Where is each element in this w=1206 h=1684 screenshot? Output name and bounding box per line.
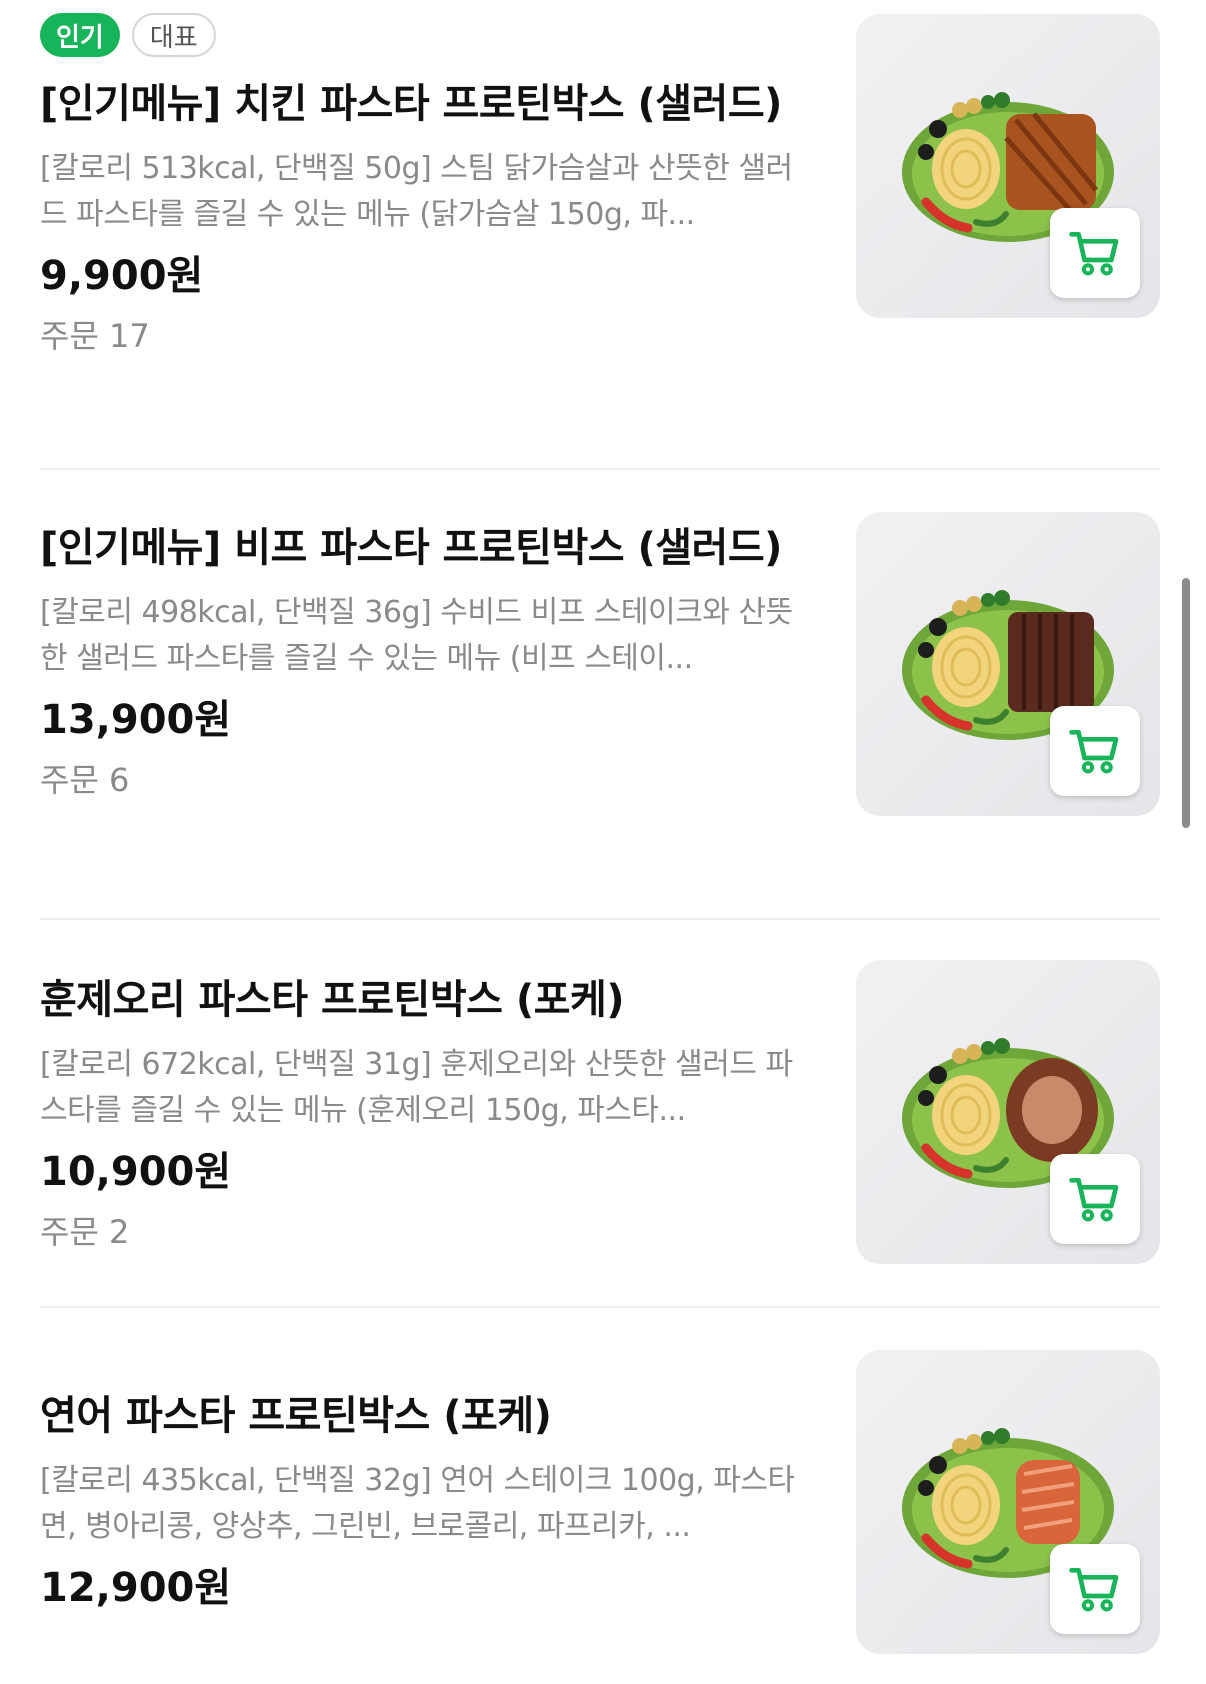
order-count: 주문 17 — [40, 317, 150, 355]
cart-icon — [1067, 1171, 1123, 1227]
scrollbar[interactable] — [1182, 578, 1190, 828]
menu-item-chicken-pasta[interactable]: 인기 대표 [인기메뉴] 치킨 파스타 프로틴박스 (샐러드) [칼로리 513… — [40, 12, 1160, 412]
menu-title: 훈제오리 파스타 프로틴박스 (포케) — [40, 977, 625, 1023]
menu-photo[interactable] — [856, 960, 1160, 1264]
badge-row: 인기 대표 — [40, 12, 810, 58]
menu-title: [인기메뉴] 비프 파스타 프로틴박스 (샐러드) — [40, 525, 782, 571]
add-to-cart-button[interactable] — [1050, 1544, 1140, 1634]
cart-icon — [1067, 225, 1123, 281]
representative-badge: 대표 — [131, 13, 216, 57]
order-count: 주문 2 — [40, 1213, 130, 1251]
menu-price: 12,900원 — [40, 1565, 232, 1611]
order-count: 주문 6 — [40, 761, 130, 799]
add-to-cart-button[interactable] — [1050, 1154, 1140, 1244]
menu-title: [인기메뉴] 치킨 파스타 프로틴박스 (샐러드) — [40, 81, 782, 127]
menu-price: 9,900원 — [40, 253, 204, 299]
divider — [40, 918, 1160, 920]
add-to-cart-button[interactable] — [1050, 208, 1140, 298]
divider — [40, 1306, 1160, 1308]
add-to-cart-button[interactable] — [1050, 706, 1140, 796]
menu-description: [칼로리 513kcal, 단백질 50g] 스팀 닭가슴살과 산뜻한 샐러드 … — [40, 151, 793, 232]
menu-item-text[interactable]: [인기메뉴] 비프 파스타 프로틴박스 (샐러드) [칼로리 498kcal, … — [40, 510, 810, 804]
menu-photo[interactable] — [856, 512, 1160, 816]
menu-description: [칼로리 672kcal, 단백질 31g] 훈제오리와 산뜻한 샐러드 파스타… — [40, 1047, 793, 1128]
menu-photo[interactable] — [856, 14, 1160, 318]
menu-price: 13,900원 — [40, 697, 232, 743]
menu-item-text[interactable]: 인기 대표 [인기메뉴] 치킨 파스타 프로틴박스 (샐러드) [칼로리 513… — [40, 12, 810, 360]
menu-photo[interactable] — [856, 1350, 1160, 1654]
cart-icon — [1067, 1561, 1123, 1617]
divider — [40, 468, 1160, 470]
menu-item-salmon-pasta[interactable]: 연어 파스타 프로틴박스 (포케) [칼로리 435kcal, 단백질 32g]… — [40, 1350, 1160, 1680]
popular-badge: 인기 — [40, 13, 120, 57]
menu-title: 연어 파스타 프로틴박스 (포케) — [40, 1393, 552, 1439]
menu-item-text[interactable]: 훈제오리 파스타 프로틴박스 (포케) [칼로리 672kcal, 단백질 31… — [40, 960, 810, 1256]
menu-price: 10,900원 — [40, 1149, 232, 1195]
menu-description: [칼로리 435kcal, 단백질 32g] 연어 스테이크 100g, 파스타… — [40, 1463, 795, 1544]
cart-icon — [1067, 723, 1123, 779]
menu-item-duck-pasta[interactable]: 훈제오리 파스타 프로틴박스 (포케) [칼로리 672kcal, 단백질 31… — [40, 960, 1160, 1320]
menu-item-beef-pasta[interactable]: [인기메뉴] 비프 파스타 프로틴박스 (샐러드) [칼로리 498kcal, … — [40, 510, 1160, 870]
menu-item-text[interactable]: 연어 파스타 프로틴박스 (포케) [칼로리 435kcal, 단백질 32g]… — [40, 1350, 810, 1618]
menu-list: 인기 대표 [인기메뉴] 치킨 파스타 프로틴박스 (샐러드) [칼로리 513… — [0, 0, 1206, 1684]
menu-description: [칼로리 498kcal, 단백질 36g] 수비드 비프 스테이크와 산뜻한 … — [40, 595, 793, 676]
